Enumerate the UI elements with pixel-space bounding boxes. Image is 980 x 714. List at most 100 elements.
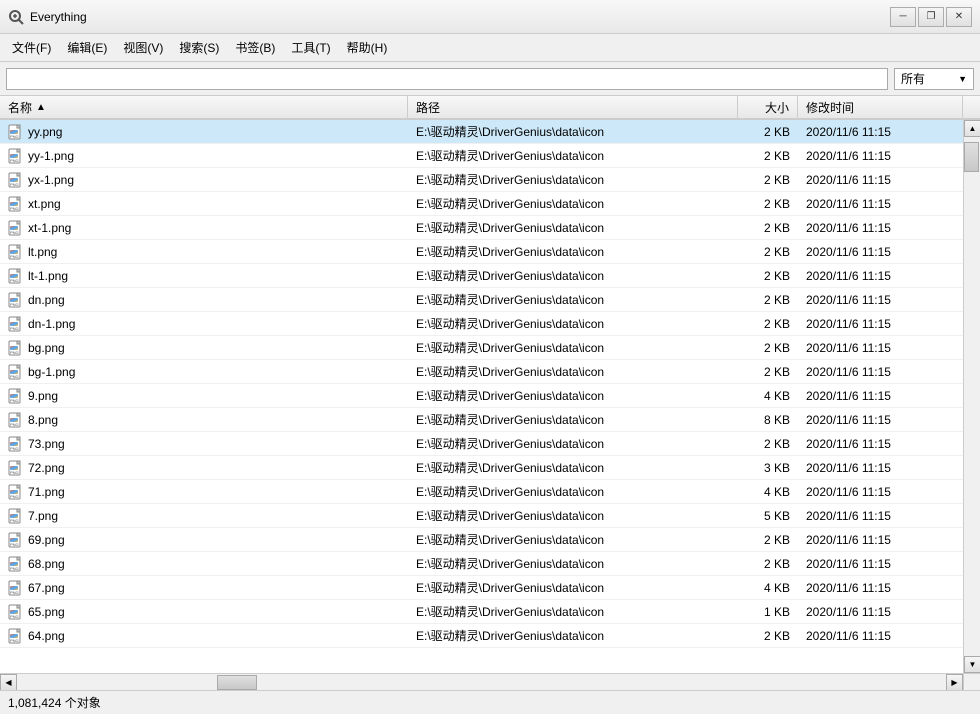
cell-size: 8 KB [738, 408, 798, 431]
cell-name: PNG lt-1.png [0, 264, 408, 287]
cell-size: 2 KB [738, 432, 798, 455]
col-header-path[interactable]: 路径 [408, 96, 738, 118]
vertical-scrollbar[interactable]: ▲ ▼ [963, 120, 980, 673]
file-icon: PNG [8, 556, 24, 572]
table-row[interactable]: PNG 67.pngE:\驱动精灵\DriverGenius\data\icon… [0, 576, 980, 600]
cell-size: 2 KB [738, 336, 798, 359]
table-row[interactable]: PNG 64.pngE:\驱动精灵\DriverGenius\data\icon… [0, 624, 980, 648]
cell-modified: 2020/11/6 11:15 [798, 408, 980, 431]
file-icon: PNG [8, 364, 24, 380]
cell-path: E:\驱动精灵\DriverGenius\data\icon [408, 552, 738, 575]
menu-item-帮助(H)[interactable]: 帮助(H) [339, 35, 396, 60]
menu-item-工具(T)[interactable]: 工具(T) [283, 35, 338, 60]
cell-name: PNG 69.png [0, 528, 408, 551]
svg-text:PNG: PNG [10, 542, 19, 547]
file-icon: PNG [8, 484, 24, 500]
scroll-up-button[interactable]: ▲ [964, 120, 980, 137]
svg-text:PNG: PNG [10, 326, 19, 331]
cell-path: E:\驱动精灵\DriverGenius\data\icon [408, 240, 738, 263]
table-row[interactable]: PNG xt-1.pngE:\驱动精灵\DriverGenius\data\ic… [0, 216, 980, 240]
status-text: 1,081,424 个对象 [8, 694, 101, 711]
svg-text:PNG: PNG [10, 566, 19, 571]
cell-modified: 2020/11/6 11:15 [798, 240, 980, 263]
window-controls: ─ ❐ ✕ [890, 7, 972, 27]
svg-text:PNG: PNG [10, 278, 19, 283]
svg-text:PNG: PNG [10, 590, 19, 595]
table-row[interactable]: PNG 65.pngE:\驱动精灵\DriverGenius\data\icon… [0, 600, 980, 624]
table-row[interactable]: PNG 68.pngE:\驱动精灵\DriverGenius\data\icon… [0, 552, 980, 576]
h-scroll-left-button[interactable]: ◀ [0, 674, 17, 691]
dropdown-label: 所有 [901, 70, 925, 87]
scroll-down-button[interactable]: ▼ [964, 656, 980, 673]
minimize-button[interactable]: ─ [890, 7, 916, 27]
table-row[interactable]: PNG lt.pngE:\驱动精灵\DriverGenius\data\icon… [0, 240, 980, 264]
scroll-thumb[interactable] [964, 142, 979, 172]
file-icon: PNG [8, 220, 24, 236]
cell-modified: 2020/11/6 11:15 [798, 456, 980, 479]
cell-name: PNG dn.png [0, 288, 408, 311]
filter-dropdown[interactable]: 所有 ▼ [894, 68, 974, 90]
table-row[interactable]: PNG 9.pngE:\驱动精灵\DriverGenius\data\icon4… [0, 384, 980, 408]
table-row[interactable]: PNG 7.pngE:\驱动精灵\DriverGenius\data\icon5… [0, 504, 980, 528]
cell-size: 2 KB [738, 120, 798, 143]
cell-modified: 2020/11/6 11:15 [798, 288, 980, 311]
svg-text:PNG: PNG [10, 614, 19, 619]
cell-size: 2 KB [738, 264, 798, 287]
table-row[interactable]: PNG dn-1.pngE:\驱动精灵\DriverGenius\data\ic… [0, 312, 980, 336]
cell-name: PNG yy-1.png [0, 144, 408, 167]
cell-path: E:\驱动精灵\DriverGenius\data\icon [408, 336, 738, 359]
restore-button[interactable]: ❐ [918, 7, 944, 27]
file-icon: PNG [8, 244, 24, 260]
h-scroll-thumb[interactable] [217, 675, 257, 690]
col-header-modified[interactable]: 修改时间 [798, 96, 963, 118]
table-row[interactable]: PNG yx-1.pngE:\驱动精灵\DriverGenius\data\ic… [0, 168, 980, 192]
menu-item-编辑(E)[interactable]: 编辑(E) [59, 35, 115, 60]
cell-path: E:\驱动精灵\DriverGenius\data\icon [408, 168, 738, 191]
file-icon: PNG [8, 508, 24, 524]
cell-size: 2 KB [738, 240, 798, 263]
h-scroll-right-button[interactable]: ▶ [946, 674, 963, 691]
cell-size: 4 KB [738, 576, 798, 599]
table-row[interactable]: PNG lt-1.pngE:\驱动精灵\DriverGenius\data\ic… [0, 264, 980, 288]
cell-path: E:\驱动精灵\DriverGenius\data\icon [408, 384, 738, 407]
file-icon: PNG [8, 436, 24, 452]
file-name: dn.png [28, 293, 65, 307]
table-row[interactable]: PNG xt.pngE:\驱动精灵\DriverGenius\data\icon… [0, 192, 980, 216]
cell-modified: 2020/11/6 11:15 [798, 432, 980, 455]
table-row[interactable]: PNG 69.pngE:\驱动精灵\DriverGenius\data\icon… [0, 528, 980, 552]
file-icon: PNG [8, 316, 24, 332]
menu-item-文件(F)[interactable]: 文件(F) [4, 35, 59, 60]
table-row[interactable]: PNG bg-1.pngE:\驱动精灵\DriverGenius\data\ic… [0, 360, 980, 384]
svg-text:PNG: PNG [10, 446, 19, 451]
search-input[interactable] [6, 68, 888, 90]
file-name: xt.png [28, 197, 61, 211]
cell-name: PNG 68.png [0, 552, 408, 575]
table-row[interactable]: PNG dn.pngE:\驱动精灵\DriverGenius\data\icon… [0, 288, 980, 312]
file-name: 8.png [28, 413, 58, 427]
menu-item-视图(V)[interactable]: 视图(V) [115, 35, 171, 60]
close-button[interactable]: ✕ [946, 7, 972, 27]
table-row[interactable]: PNG 8.pngE:\驱动精灵\DriverGenius\data\icon8… [0, 408, 980, 432]
table-row[interactable]: PNG bg.pngE:\驱动精灵\DriverGenius\data\icon… [0, 336, 980, 360]
col-header-size[interactable]: 大小 [738, 96, 798, 118]
table-row[interactable]: PNG yy-1.pngE:\驱动精灵\DriverGenius\data\ic… [0, 144, 980, 168]
table-row[interactable]: PNG 71.pngE:\驱动精灵\DriverGenius\data\icon… [0, 480, 980, 504]
table-row[interactable]: PNG 73.pngE:\驱动精灵\DriverGenius\data\icon… [0, 432, 980, 456]
app-icon [8, 9, 24, 25]
cell-path: E:\驱动精灵\DriverGenius\data\icon [408, 360, 738, 383]
cell-name: PNG dn-1.png [0, 312, 408, 335]
scroll-thumb-area [964, 137, 980, 656]
file-name: 67.png [28, 581, 65, 595]
menu-item-书签(B)[interactable]: 书签(B) [227, 35, 283, 60]
cell-name: PNG lt.png [0, 240, 408, 263]
cell-modified: 2020/11/6 11:15 [798, 480, 980, 503]
table-row[interactable]: PNG 72.pngE:\驱动精灵\DriverGenius\data\icon… [0, 456, 980, 480]
col-header-name[interactable]: 名称 ▲ [0, 96, 408, 118]
file-list-content: PNG yy.pngE:\驱动精灵\DriverGenius\data\icon… [0, 120, 980, 673]
file-name: 73.png [28, 437, 65, 451]
table-row[interactable]: PNG yy.pngE:\驱动精灵\DriverGenius\data\icon… [0, 120, 980, 144]
cell-size: 5 KB [738, 504, 798, 527]
svg-text:PNG: PNG [10, 302, 19, 307]
menu-item-搜索(S)[interactable]: 搜索(S) [171, 35, 227, 60]
file-icon: PNG [8, 268, 24, 284]
